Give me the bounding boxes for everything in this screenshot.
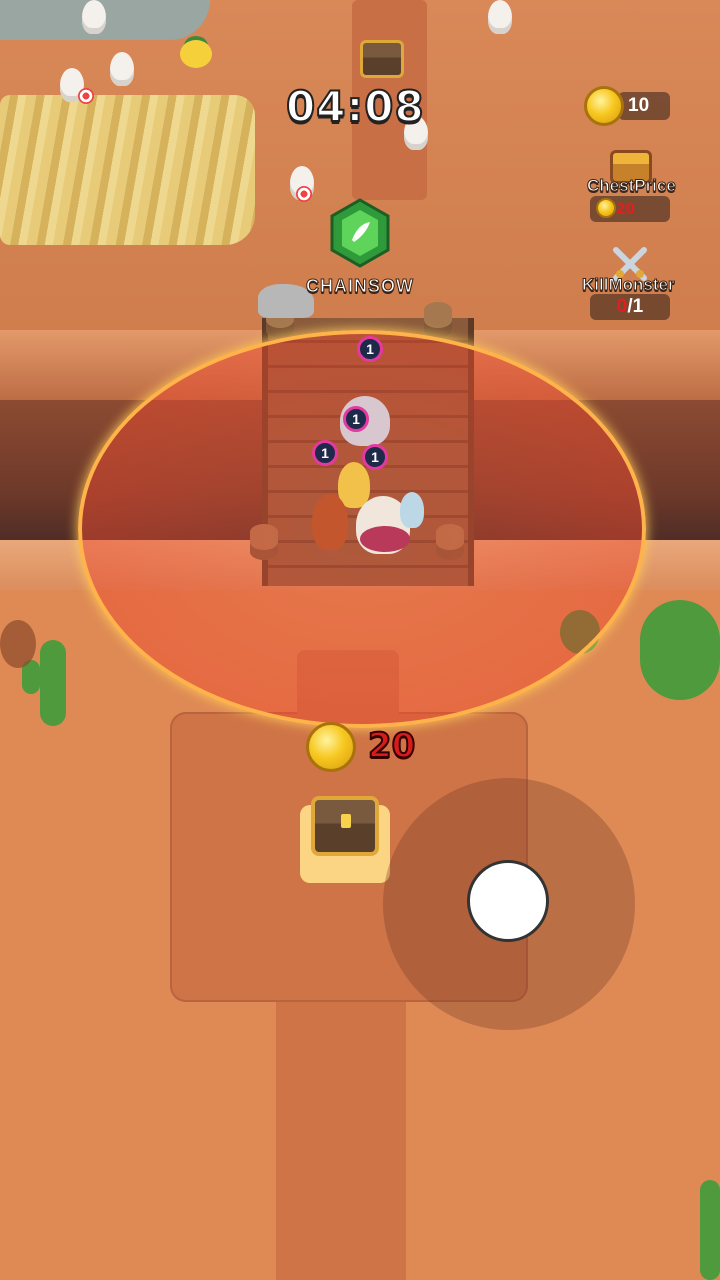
kill-count-total: /1 (627, 296, 644, 317)
cactus (40, 640, 66, 726)
joystick-knob[interactable] (467, 860, 549, 942)
path-stem (276, 990, 406, 1280)
kill-monster-label: KillMonster (582, 275, 676, 295)
cactus (700, 1180, 720, 1280)
kill-monster-pill: 0/1 (590, 294, 670, 320)
coin-icon (596, 198, 616, 218)
level-badge: 1 (357, 336, 383, 362)
target-icon (78, 88, 94, 104)
kill-count-current: 0 (616, 296, 628, 317)
game-scene: 1 1 1 1 CHAINSOW 20 04:08 10 ChestPrice … (0, 0, 720, 1280)
wheat-field (0, 95, 255, 245)
hero-cat (338, 462, 370, 508)
cactus (640, 600, 720, 700)
dead-bush (0, 620, 36, 668)
training-dummy (488, 0, 512, 34)
training-dummy (110, 52, 134, 86)
coin-icon (584, 86, 624, 126)
match-timer: 04:08 (285, 81, 425, 132)
chest-price-label: ChestPrice (587, 176, 677, 196)
level-badge: 1 (362, 444, 388, 470)
chest-price: 20 (367, 725, 416, 767)
gem-icon[interactable] (328, 198, 392, 268)
coin-count: 10 (618, 92, 670, 120)
powerup-label: CHAINSOW (306, 276, 414, 297)
hero-gunner (312, 494, 348, 550)
hero-robot (400, 492, 424, 528)
level-badge: 1 (312, 440, 338, 466)
level-badge: 1 (343, 406, 369, 432)
distant-chest (360, 40, 404, 78)
target-icon (296, 186, 312, 202)
hero-mount (360, 526, 410, 552)
pineapple-enemy (180, 40, 212, 68)
bridge-post (424, 302, 452, 338)
training-dummy (82, 0, 106, 34)
treasure-chest[interactable] (311, 796, 379, 856)
chest-price-value: 20 (616, 199, 635, 218)
coin-icon (306, 722, 356, 772)
